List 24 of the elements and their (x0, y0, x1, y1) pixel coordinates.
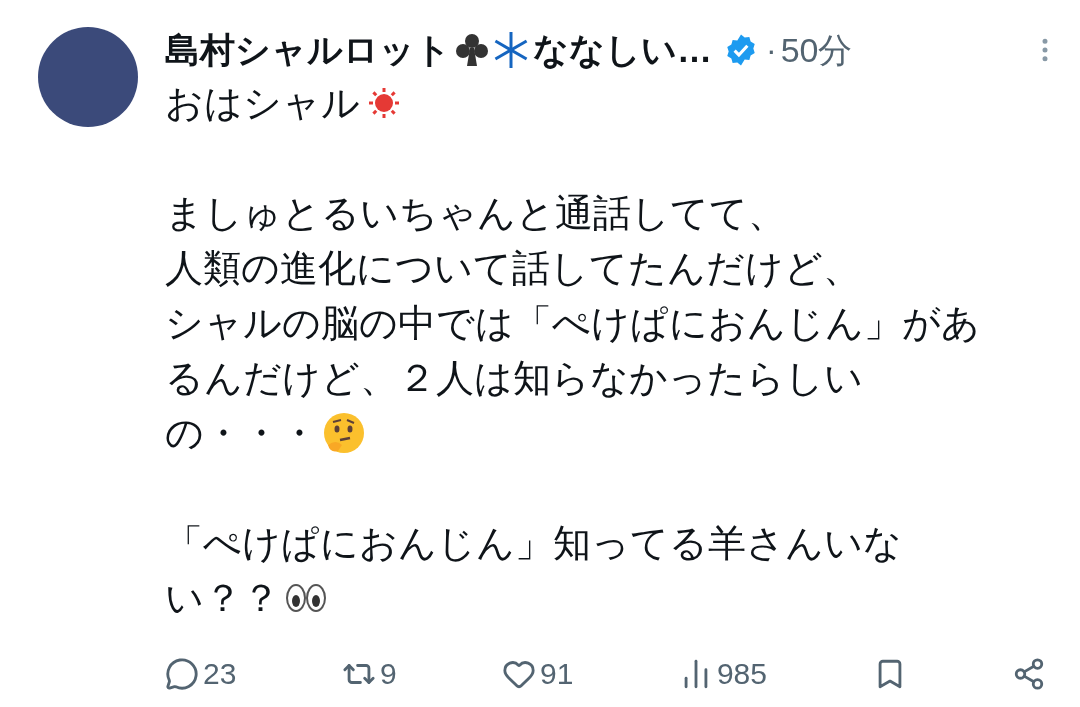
share-button[interactable] (1012, 656, 1046, 691)
separator-dot: · (766, 31, 777, 70)
post-time[interactable]: 50分 (780, 24, 853, 76)
post-text-line: 「ぺけぱにおんじん」知ってる羊さんいな (165, 520, 902, 566)
eyes-icon (284, 581, 328, 614)
post-text-line: ましゅとるいちゃんと通話してて、 (165, 190, 786, 236)
post-text-line: 人類の進化について話してたんだけど、 (165, 245, 861, 291)
thinking-face-icon (322, 410, 366, 455)
club-icon (455, 32, 489, 68)
like-button[interactable]: 91 (502, 651, 574, 696)
snowflake-icon (493, 30, 529, 70)
author-handle[interactable]: ななしい… (533, 23, 712, 77)
author-name[interactable]: 島村シャルロット (165, 23, 451, 77)
views-button[interactable]: 985 (678, 651, 767, 696)
post-text-line: るんだけど、２人は知らなかったらしい (165, 355, 863, 401)
reply-button[interactable]: 23 (165, 651, 237, 696)
share-icon (1012, 656, 1046, 691)
reply-icon (165, 656, 199, 691)
verified-badge-icon (724, 33, 758, 67)
repost-button[interactable]: 9 (341, 651, 397, 696)
post-text-line: シャルの脳の中では「ぺけぱにおんじん」があ (165, 300, 980, 346)
post-text-line: い？？ (165, 575, 280, 621)
post-text-line: おはシャル (165, 80, 360, 126)
post-text-line: の・・・ (165, 410, 318, 456)
